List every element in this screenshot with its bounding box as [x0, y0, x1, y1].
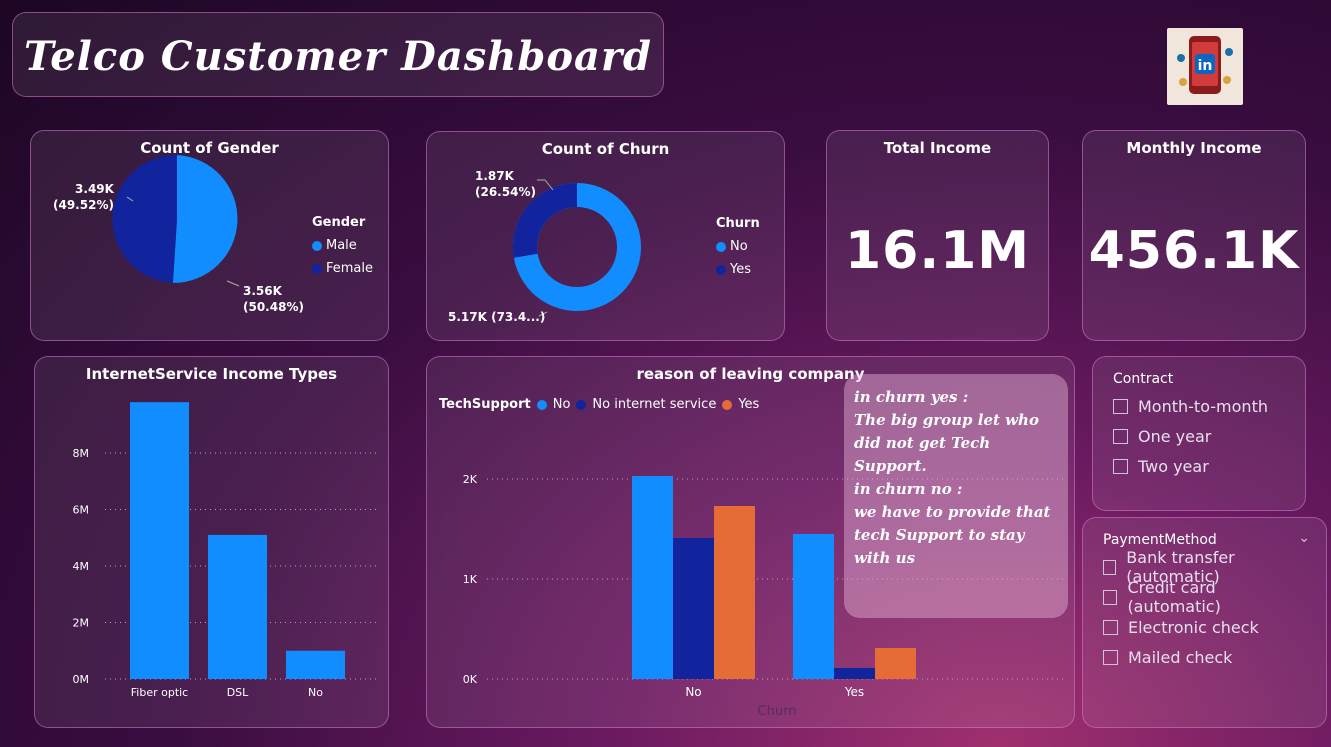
payment-option[interactable]: Electronic check — [1103, 612, 1306, 642]
contract-option[interactable]: One year — [1113, 421, 1285, 451]
gender-legend: Gender Male Female — [312, 215, 373, 276]
contract-options: Month-to-month One year Two year — [1113, 391, 1285, 481]
x-tick-label: DSL — [227, 686, 249, 699]
note-line: we have to provide that — [854, 503, 1051, 521]
contract-option[interactable]: Month-to-month — [1113, 391, 1285, 421]
bar-no — [632, 476, 673, 679]
y-tick-label: 2K — [463, 473, 478, 486]
x-tick-label: Fiber optic — [131, 686, 188, 699]
note-line: The big group let who — [854, 411, 1039, 429]
label-no-value: 5.17K (73.4...) — [448, 310, 546, 324]
monthly-income-value: 456.1K — [1088, 221, 1300, 281]
payment-option[interactable]: Mailed check — [1103, 642, 1306, 672]
title-card: Telco Customer Dashboard — [12, 12, 664, 97]
legend-item-female[interactable]: Female — [312, 261, 373, 276]
payment-option-label: Mailed check — [1128, 647, 1233, 667]
note-line: Support. — [854, 457, 927, 475]
legend-item-male[interactable]: Male — [312, 238, 373, 253]
contract-slicer-title: Contract — [1113, 371, 1174, 387]
y-tick-label: 0M — [73, 673, 90, 686]
note-line: in churn yes : — [854, 388, 969, 406]
bar-no — [793, 534, 834, 679]
note-line: did not get Tech — [854, 434, 991, 452]
y-tick-label: 2M — [73, 617, 90, 630]
label-yes-value: 1.87K (26.54%) — [475, 169, 536, 199]
label-leader-yes — [537, 179, 554, 191]
checkbox[interactable] — [1103, 619, 1118, 635]
checkbox[interactable] — [1113, 458, 1128, 474]
internet-service-bar-chart: 0M 2M 4M 6M 8M Fiber optic DSL No — [73, 402, 380, 699]
contract-option[interactable]: Two year — [1113, 451, 1285, 481]
x-axis-title: Churn — [758, 704, 797, 719]
dashboard-title: Telco Customer Dashboard — [24, 33, 652, 80]
checkbox[interactable] — [1113, 398, 1128, 414]
churn-legend-title: Churn — [716, 216, 760, 231]
y-tick-label: 0K — [463, 673, 478, 686]
bar — [286, 650, 345, 679]
bar — [208, 534, 267, 679]
note-line: tech Support to stay — [854, 526, 1025, 544]
bar-yes — [714, 506, 755, 679]
contract-slicer[interactable]: Contract Month-to-month One year Two year — [1092, 356, 1306, 511]
bar-no-internet-service — [673, 538, 714, 679]
legend-dot-no — [716, 241, 726, 252]
legend-label-female: Female — [326, 261, 374, 276]
contract-option-label: One year — [1138, 426, 1212, 446]
y-axis-title: Count of Churn — [441, 512, 455, 603]
x-tick-label: No — [308, 686, 323, 699]
checkbox[interactable] — [1103, 559, 1117, 575]
payment-slicer-title: PaymentMethod — [1103, 532, 1217, 548]
legend-label-yes: Yes — [730, 262, 751, 277]
internet-service-card[interactable]: InternetService Income Types 0M 2M 4M 6M 8M F… — [34, 356, 389, 728]
churn-note: in churn yes : The big group let who did n… — [844, 374, 1068, 618]
legend-label-male: Male — [326, 238, 357, 253]
monthly-income-title: Monthly Income — [1126, 139, 1262, 157]
bar-yes — [875, 648, 916, 679]
logo-text: in — [1198, 58, 1213, 74]
total-income-value: 16.1M — [844, 221, 1031, 281]
note-line: with us — [854, 549, 916, 567]
x-tick-label: Yes — [844, 685, 864, 699]
contract-option-label: Month-to-month — [1138, 396, 1268, 416]
label-female-value: 3.49K (49.52%) — [53, 182, 114, 212]
payment-option[interactable]: Credit card (automatic) — [1103, 578, 1306, 616]
payment-option-label: Credit card (automatic) — [1127, 578, 1221, 616]
chevron-down-icon[interactable]: ⌄ — [1298, 530, 1310, 546]
total-income-title: Total Income — [883, 139, 992, 157]
label-male-value: 3.56K (50.48%) — [243, 284, 304, 314]
checkbox[interactable] — [1103, 589, 1118, 605]
bar-no-internet-service — [834, 668, 875, 679]
monthly-income-card[interactable]: Monthly Income 456.1K — [1082, 130, 1306, 341]
contract-option-label: Two year — [1138, 456, 1209, 476]
checkbox[interactable] — [1103, 649, 1118, 665]
pie-slice-male — [172, 155, 238, 283]
payment-slicer[interactable]: ⌄ PaymentMethod Bank transfer (automatic… — [1082, 517, 1327, 728]
churn-card[interactable]: Count of Churn 1.87K (26.54%) 5.17K (73.… — [426, 131, 785, 341]
y-tick-label: 4M — [73, 560, 90, 573]
churn-legend: Churn No Yes — [716, 216, 760, 277]
x-tick-label: No — [685, 685, 701, 699]
gender-legend-title: Gender — [312, 215, 366, 230]
y-tick-label: 6M — [73, 504, 90, 517]
note-line: in churn no : — [854, 480, 963, 498]
checkbox[interactable] — [1113, 428, 1128, 444]
legend-item-yes[interactable]: Yes — [716, 262, 760, 277]
y-tick-label: 8M — [73, 447, 90, 460]
legend-dot-yes — [716, 264, 726, 275]
legend-dot-female — [312, 263, 322, 274]
payment-option-label: Electronic check — [1128, 617, 1259, 637]
y-tick-label: 1K — [463, 573, 478, 586]
legend-label-no: No — [730, 239, 748, 254]
linkedin-icon: in — [1177, 36, 1233, 94]
payment-options: Bank transfer (automatic) Credit card (au… — [1103, 548, 1306, 672]
label-leader-male — [226, 280, 240, 287]
legend-dot-male — [312, 240, 322, 251]
legend-item-no[interactable]: No — [716, 239, 760, 254]
pie-slice-female — [112, 154, 177, 283]
bar — [130, 402, 189, 679]
total-income-card[interactable]: Total Income 16.1M — [826, 130, 1049, 341]
gender-card[interactable]: Count of Gender 3.49K (49.52%) 3.56K (50… — [30, 130, 389, 341]
linkedin-logo[interactable]: in — [1167, 28, 1243, 105]
